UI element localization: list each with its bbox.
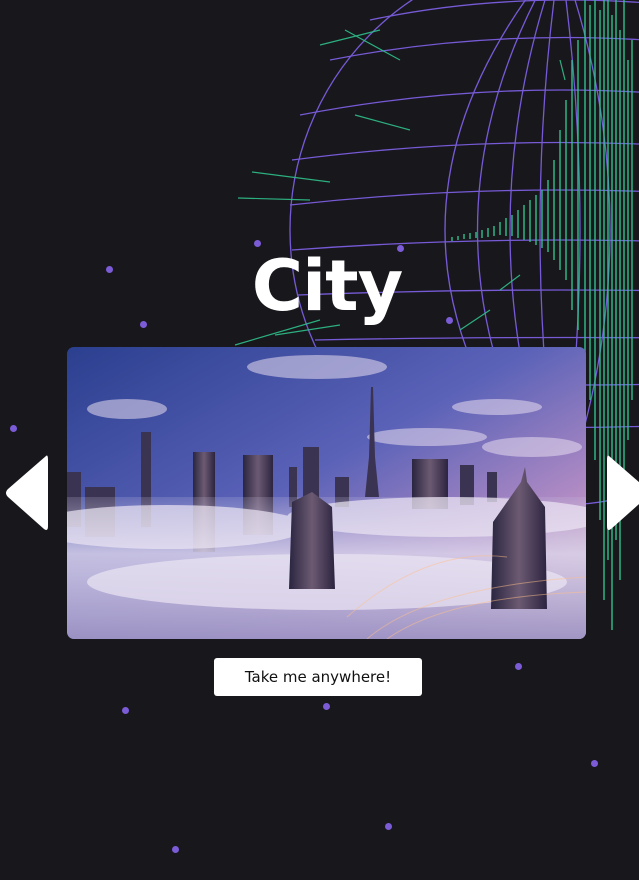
carousel-title: City: [251, 245, 403, 327]
destination-photo: [67, 347, 586, 639]
take-me-anywhere-button[interactable]: Take me anywhere!: [214, 658, 422, 696]
carousel-prev-button[interactable]: [2, 452, 52, 534]
carousel-next-button[interactable]: [603, 452, 639, 534]
particle-dot: [323, 703, 330, 710]
particle-dot: [122, 707, 129, 714]
particle-dot: [10, 425, 17, 432]
particle-dot: [385, 823, 392, 830]
triangle-right-icon: [607, 455, 639, 530]
particle-dot: [591, 760, 598, 767]
particle-dot: [515, 663, 522, 670]
particle-dot: [172, 846, 179, 853]
triangle-left-icon: [6, 455, 48, 530]
